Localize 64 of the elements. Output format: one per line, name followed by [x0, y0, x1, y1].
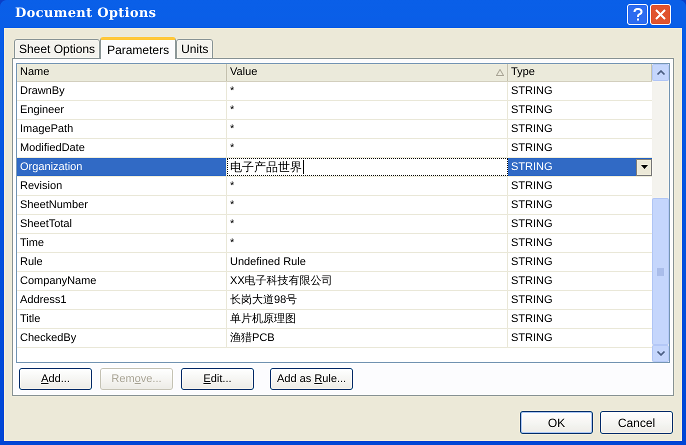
table-cell: * — [227, 101, 508, 119]
table-cell: Undefined Rule — [227, 253, 508, 271]
value-input-field[interactable]: 电子产品世界 — [227, 158, 508, 176]
table-cell: 长岗大道98号 — [227, 291, 508, 309]
table-cell: ImagePath — [17, 120, 227, 138]
table-cell: SheetTotal — [17, 215, 227, 233]
table-cell: * — [227, 82, 508, 100]
scrollbar[interactable] — [652, 64, 669, 362]
table-cell-text: STRING — [510, 198, 554, 213]
scroll-down-button[interactable] — [652, 345, 669, 362]
table-cell-text: STRING — [510, 103, 554, 118]
caret-icon — [640, 165, 648, 169]
help-button[interactable] — [627, 4, 648, 24]
action-button[interactable]: Add... — [19, 368, 92, 390]
table-cell-text: STRING — [510, 122, 554, 137]
close-icon — [655, 8, 666, 20]
table-cell: CheckedBy — [17, 329, 227, 347]
table-cell-text: STRING — [510, 141, 554, 156]
window-title: Document Options — [15, 5, 156, 24]
table-cell-text: STRING — [510, 217, 554, 232]
table-cell: * — [227, 234, 508, 252]
table-cell-text: STRING — [510, 274, 554, 289]
tab[interactable]: Parameters — [100, 37, 176, 59]
scroll-thumb[interactable] — [652, 198, 669, 345]
table-cell: 渔猎PCB — [227, 329, 508, 347]
tab[interactable]: Units — [176, 39, 214, 58]
scroll-up-button[interactable] — [652, 64, 669, 81]
table-cell-text: STRING — [510, 255, 554, 270]
table-cell: Rule — [17, 253, 227, 271]
table-cell-text: STRING — [510, 179, 554, 194]
column-header[interactable]: Name — [17, 64, 227, 81]
type-dropdown[interactable]: STRING — [508, 158, 652, 176]
table-cell: 单片机原理图 — [227, 310, 508, 328]
table-cell: DrawnBy — [17, 82, 227, 100]
table-cell: * — [227, 177, 508, 195]
grip-icon — [657, 268, 664, 276]
action-button[interactable]: Edit... — [181, 368, 254, 390]
table-cell-text: STRING — [510, 84, 554, 99]
table-cell: Time — [17, 234, 227, 252]
table-cell: Revision — [17, 177, 227, 195]
column-header[interactable]: Value — [227, 64, 508, 81]
action-button[interactable]: Add as Rule... — [270, 368, 354, 390]
table-cell: * — [227, 215, 508, 233]
selected-row[interactable]: Organization 电子产品世界 STRING — [17, 158, 652, 177]
table-cell-text: STRING — [510, 331, 554, 346]
table-cell-text: STRING — [510, 236, 554, 251]
table-cell: Title — [17, 310, 227, 328]
table-cell: SheetNumber — [17, 196, 227, 214]
table-cell: Address1 — [17, 291, 227, 309]
table-cell: ModifiedDate — [17, 139, 227, 157]
close-button[interactable] — [650, 4, 671, 24]
dialog-button[interactable]: OK — [520, 411, 593, 434]
table-cell: XX电子科技有限公司 — [227, 272, 508, 290]
table-cell: * — [227, 196, 508, 214]
table-cell: * — [227, 120, 508, 138]
table-cell: * — [227, 139, 508, 157]
help-icon — [632, 8, 642, 20]
dropdown-button[interactable] — [636, 158, 652, 176]
table-cell: Engineer — [17, 101, 227, 119]
tab[interactable]: Sheet Options — [14, 39, 100, 58]
dialog-button[interactable]: Cancel — [600, 411, 673, 434]
table-cell: CompanyName — [17, 272, 227, 290]
table-cell-text: STRING — [510, 312, 554, 327]
table-cell-text: STRING — [510, 293, 554, 308]
